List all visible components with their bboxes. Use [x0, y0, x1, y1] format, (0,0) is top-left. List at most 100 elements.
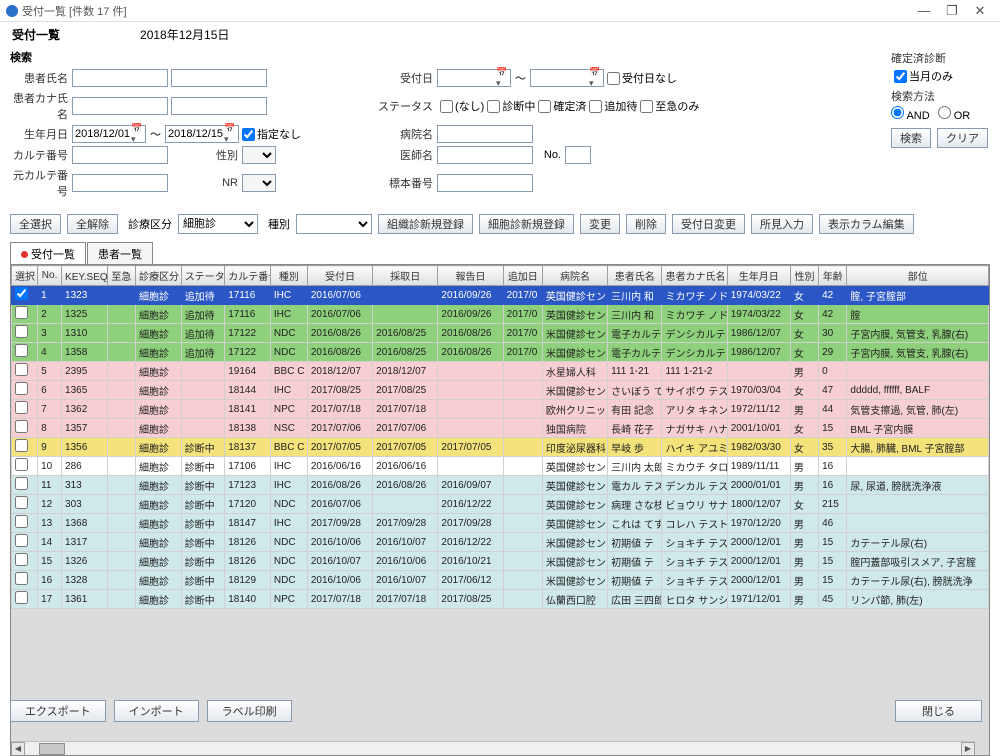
close-button[interactable]: 閉じる	[895, 700, 982, 722]
minimize-button[interactable]: —	[910, 3, 938, 18]
col-sex[interactable]: 性別	[790, 266, 818, 286]
motokarute-input[interactable]	[72, 174, 168, 192]
col-stat[interactable]: ステータス	[181, 266, 225, 286]
change-button[interactable]: 変更	[580, 214, 620, 234]
patient-lastname-input[interactable]	[72, 69, 168, 87]
scroll-thumb[interactable]	[39, 743, 65, 755]
col-tui[interactable]: 追加日	[503, 266, 542, 286]
soshiki-new-button[interactable]: 組織診新規登録	[378, 214, 473, 234]
table-row[interactable]: 21325細胞診追加待17116IHC2016/07/062016/09/262…	[12, 305, 989, 324]
reception-date-from[interactable]: 📅▾	[437, 69, 511, 87]
scroll-right-icon[interactable]: ▶	[961, 742, 975, 756]
change-date-button[interactable]: 受付日変更	[672, 214, 745, 234]
table-row[interactable]: 61365細胞診18144IHC2017/08/252017/08/25米国健診…	[12, 381, 989, 400]
col-sei[interactable]: 生年月日	[727, 266, 790, 286]
calendar-icon[interactable]: 📅▾	[496, 67, 508, 89]
col-no[interactable]: No.	[38, 266, 62, 286]
status-shikyu-check[interactable]: 至急のみ	[640, 98, 699, 114]
status-kakutei-check[interactable]: 確定済	[538, 98, 586, 114]
calendar-icon[interactable]: 📅▾	[224, 123, 236, 145]
table-row[interactable]: 41358細胞診追加待17122NDC2016/08/262016/08/252…	[12, 343, 989, 362]
status-shindan-check[interactable]: 診断中	[487, 98, 535, 114]
table-row[interactable]: 31310細胞診追加待17122NDC2016/08/262016/08/252…	[12, 324, 989, 343]
table-row[interactable]: 171361細胞診診断中18140NPC2017/07/182017/07/18…	[12, 590, 989, 609]
row-checkbox[interactable]	[15, 572, 28, 585]
row-checkbox[interactable]	[15, 382, 28, 395]
patient-firstname-input[interactable]	[171, 69, 267, 87]
column-edit-button[interactable]: 表示カラム編集	[819, 214, 914, 234]
col-kar[interactable]: カルテ番号	[225, 266, 271, 286]
table-row[interactable]: 52395細胞診19164BBC C2018/12/072018/12/07水星…	[12, 362, 989, 381]
col-key[interactable]: KEY.SEQ番	[62, 266, 108, 286]
karte-input[interactable]	[72, 146, 168, 164]
saibo-new-button[interactable]: 細胞診新規登録	[479, 214, 574, 234]
col-sai[interactable]: 採取日	[373, 266, 438, 286]
no-reception-date-check[interactable]: 受付日なし	[607, 70, 677, 86]
row-checkbox[interactable]	[15, 287, 28, 300]
table-row[interactable]: 161328細胞診診断中18129NDC2016/10/062016/10/07…	[12, 571, 989, 590]
col-hou[interactable]: 報告日	[438, 266, 503, 286]
col-age[interactable]: 年齢	[819, 266, 847, 286]
row-checkbox[interactable]	[15, 306, 28, 319]
row-checkbox[interactable]	[15, 401, 28, 414]
sex-select[interactable]	[242, 146, 276, 164]
row-checkbox[interactable]	[15, 344, 28, 357]
col-kan[interactable]: 患者氏名	[608, 266, 662, 286]
tab-patient-list[interactable]: 患者一覧	[87, 242, 153, 264]
tab-reception-list[interactable]: 受付一覧	[10, 242, 86, 264]
delete-button[interactable]: 削除	[626, 214, 666, 234]
dob-none-check[interactable]: 指定なし	[242, 126, 301, 142]
close-window-button[interactable]: ✕	[966, 3, 994, 19]
status-tsuika-check[interactable]: 追加待	[589, 98, 637, 114]
col-sigu[interactable]: 至急	[107, 266, 135, 286]
col-kana[interactable]: 患者カナ氏名	[662, 266, 727, 286]
horizontal-scrollbar[interactable]: ◀ ▶	[11, 741, 975, 755]
table-row[interactable]: 81357細胞診18138NSC2017/07/062017/07/06独国病院…	[12, 419, 989, 438]
col-byo[interactable]: 病院名	[542, 266, 607, 286]
row-checkbox[interactable]	[15, 439, 28, 452]
import-button[interactable]: インポート	[114, 700, 199, 722]
col-sel[interactable]: 選択	[12, 266, 38, 286]
scroll-left-icon[interactable]: ◀	[11, 742, 25, 756]
or-radio[interactable]: OR	[938, 106, 971, 122]
label-print-button[interactable]: ラベル印刷	[207, 700, 292, 722]
export-button[interactable]: エクスポート	[10, 700, 106, 722]
table-row[interactable]: 131368細胞診診断中18147IHC2017/09/282017/09/28…	[12, 514, 989, 533]
select-all-button[interactable]: 全選択	[10, 214, 61, 234]
and-radio[interactable]: AND	[891, 106, 930, 122]
shoken-button[interactable]: 所見入力	[751, 214, 813, 234]
togetsu-check[interactable]: 当月のみ	[894, 68, 988, 84]
doctor-input[interactable]	[437, 146, 533, 164]
specimen-input[interactable]	[437, 174, 533, 192]
patient-kana-last-input[interactable]	[72, 97, 168, 115]
row-checkbox[interactable]	[15, 420, 28, 433]
col-syu[interactable]: 種別	[270, 266, 307, 286]
col-bui[interactable]: 部位	[847, 266, 989, 286]
calendar-icon[interactable]: 📅▾	[589, 67, 601, 89]
search-button[interactable]: 検索	[891, 128, 931, 148]
table-row[interactable]: 141317細胞診診断中18126NDC2016/10/062016/10/07…	[12, 533, 989, 552]
shubetsu-select[interactable]	[296, 214, 372, 234]
table-row[interactable]: 71362細胞診18141NPC2017/07/182017/07/18欧州クリ…	[12, 400, 989, 419]
dob-from[interactable]: 2018/12/01📅▾	[72, 125, 146, 143]
no-input[interactable]	[565, 146, 591, 164]
row-checkbox[interactable]	[15, 458, 28, 471]
deselect-all-button[interactable]: 全解除	[67, 214, 118, 234]
row-checkbox[interactable]	[15, 496, 28, 509]
table-row[interactable]: 11323細胞診追加待17116IHC2016/07/062016/09/262…	[12, 286, 989, 305]
table-row[interactable]: 10286細胞診診断中17106IHC2016/06/162016/06/16英…	[12, 457, 989, 476]
row-checkbox[interactable]	[15, 534, 28, 547]
row-checkbox[interactable]	[15, 363, 28, 376]
hospital-input[interactable]	[437, 125, 533, 143]
status-none-check[interactable]: (なし)	[440, 98, 484, 114]
row-checkbox[interactable]	[15, 325, 28, 338]
dob-to[interactable]: 2018/12/15📅▾	[165, 125, 239, 143]
table-row[interactable]: 12303細胞診診断中17120NDC2016/07/062016/12/22英…	[12, 495, 989, 514]
maximize-button[interactable]: ❐	[938, 3, 966, 19]
patient-kana-first-input[interactable]	[171, 97, 267, 115]
row-checkbox[interactable]	[15, 515, 28, 528]
reception-date-to[interactable]: 📅▾	[530, 69, 604, 87]
row-checkbox[interactable]	[15, 591, 28, 604]
col-uke[interactable]: 受付日	[307, 266, 372, 286]
table-row[interactable]: 151326細胞診診断中18126NDC2016/10/072016/10/06…	[12, 552, 989, 571]
